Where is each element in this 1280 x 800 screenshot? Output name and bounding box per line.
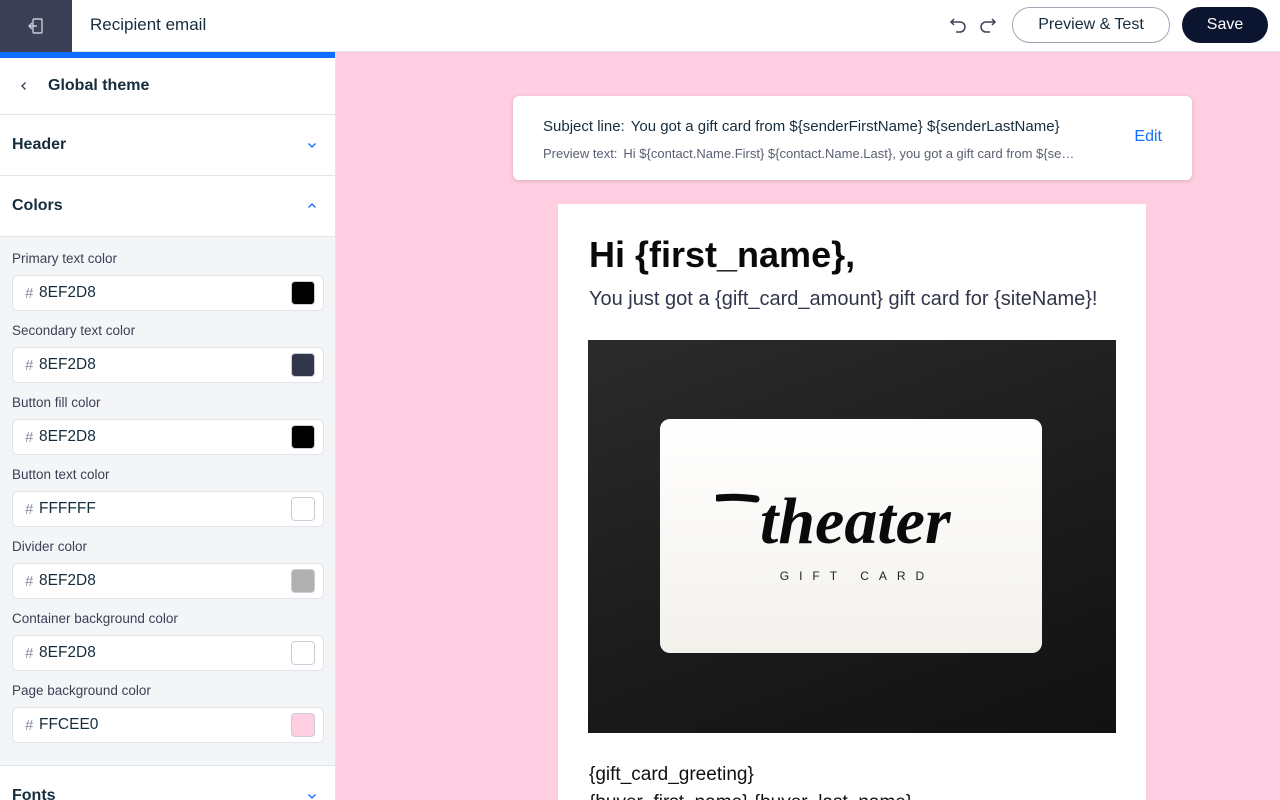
color-field-divider: Divider color # 8EF2D8 bbox=[12, 537, 324, 599]
color-input[interactable]: # FFFFFF bbox=[12, 491, 324, 527]
color-input[interactable]: # FFCEE0 bbox=[12, 707, 324, 743]
hex-value[interactable]: 8EF2D8 bbox=[39, 356, 291, 374]
section-fonts-toggle[interactable]: Fonts bbox=[0, 765, 335, 800]
color-label: Button fill color bbox=[12, 395, 101, 410]
section-label: Header bbox=[12, 136, 67, 153]
section-label: Colors bbox=[12, 197, 63, 214]
colors-panel: Primary text color # 8EF2D8 Secondary te… bbox=[0, 237, 335, 765]
hex-value[interactable]: FFFFFF bbox=[39, 500, 291, 518]
hash-symbol: # bbox=[25, 356, 34, 374]
buyer-name[interactable]: {buyer_first_name} {buyer_last_name} bbox=[589, 792, 912, 800]
hex-value[interactable]: 8EF2D8 bbox=[39, 284, 291, 302]
color-label: Button text color bbox=[12, 467, 110, 482]
color-input[interactable]: # 8EF2D8 bbox=[12, 275, 324, 311]
color-input[interactable]: # 8EF2D8 bbox=[12, 347, 324, 383]
hex-value[interactable]: 8EF2D8 bbox=[39, 572, 291, 590]
exit-button[interactable] bbox=[0, 0, 72, 52]
color-field-container-background: Container background color # 8EF2D8 bbox=[12, 609, 324, 671]
gift-card-subtitle: GIFT CARD bbox=[779, 569, 935, 583]
panel-title: Global theme bbox=[48, 77, 150, 94]
exit-icon bbox=[28, 18, 43, 34]
hex-value[interactable]: FFCEE0 bbox=[39, 716, 291, 734]
color-field-primary-text: Primary text color # 8EF2D8 bbox=[12, 249, 324, 311]
hash-symbol: # bbox=[25, 572, 34, 590]
color-label: Secondary text color bbox=[12, 323, 136, 338]
hash-symbol: # bbox=[25, 284, 34, 302]
color-label: Page background color bbox=[12, 683, 151, 698]
color-swatch[interactable] bbox=[291, 281, 315, 305]
color-swatch[interactable] bbox=[291, 569, 315, 593]
section-label: Fonts bbox=[12, 787, 56, 800]
color-input[interactable]: # 8EF2D8 bbox=[12, 635, 324, 671]
gift-card-image[interactable]: theater GIFT CARD bbox=[588, 340, 1116, 733]
undo-icon bbox=[949, 18, 966, 33]
redo-icon bbox=[980, 18, 997, 33]
preview-text-label: Preview text: bbox=[543, 146, 618, 161]
color-swatch[interactable] bbox=[291, 713, 315, 737]
subject-line: Subject line: You got a gift card from ${… bbox=[543, 118, 1060, 135]
color-label: Divider color bbox=[12, 539, 88, 554]
hex-value[interactable]: 8EF2D8 bbox=[39, 428, 291, 446]
color-label: Container background color bbox=[12, 611, 178, 626]
subject-value: You got a gift card from ${senderFirstNa… bbox=[630, 118, 1060, 135]
document-title: Recipient email bbox=[90, 15, 207, 34]
preview-test-button[interactable]: Preview & Test bbox=[1012, 7, 1170, 43]
hash-symbol: # bbox=[25, 644, 34, 662]
preview-text-value: Hi ${contact.Name.First} ${contact.Name.… bbox=[623, 146, 1081, 161]
color-field-button-fill: Button fill color # 8EF2D8 bbox=[12, 393, 324, 455]
section-colors-toggle[interactable]: Colors bbox=[0, 176, 335, 237]
email-canvas: Subject line: You got a gift card from ${… bbox=[336, 52, 1280, 800]
edit-subject-link[interactable]: Edit bbox=[1134, 128, 1162, 146]
email-greeting[interactable]: Hi {first_name}, bbox=[589, 234, 855, 276]
color-input[interactable]: # 8EF2D8 bbox=[12, 419, 324, 455]
color-field-page-background: Page background color # FFCEE0 bbox=[12, 681, 324, 743]
hash-symbol: # bbox=[25, 500, 34, 518]
color-swatch[interactable] bbox=[291, 425, 315, 449]
color-label: Primary text color bbox=[12, 251, 118, 266]
color-input[interactable]: # 8EF2D8 bbox=[12, 563, 324, 599]
back-button[interactable] bbox=[0, 58, 48, 115]
redo-button[interactable] bbox=[975, 12, 1001, 38]
subject-label: Subject line: bbox=[543, 118, 625, 135]
chevron-up-icon bbox=[304, 198, 320, 214]
gift-card: theater GIFT CARD bbox=[660, 419, 1042, 653]
color-swatch[interactable] bbox=[291, 641, 315, 665]
email-body: Hi {first_name}, You just got a {gift_ca… bbox=[558, 204, 1146, 800]
hex-value[interactable]: 8EF2D8 bbox=[39, 644, 291, 662]
color-field-button-text: Button text color # FFFFFF bbox=[12, 465, 324, 527]
preview-text-line: Preview text: Hi ${contact.Name.First} ${… bbox=[543, 146, 1081, 161]
color-swatch[interactable] bbox=[291, 497, 315, 521]
svg-text:theater: theater bbox=[760, 485, 952, 558]
email-subgreeting[interactable]: You just got a {gift_card_amount} gift c… bbox=[589, 288, 1097, 311]
gift-card-greeting[interactable]: {gift_card_greeting} bbox=[589, 764, 754, 786]
chevron-down-icon bbox=[304, 137, 320, 153]
color-swatch[interactable] bbox=[291, 353, 315, 377]
theme-sidebar: Global theme Header Colors Primary text … bbox=[0, 52, 336, 800]
hash-symbol: # bbox=[25, 428, 34, 446]
subject-card[interactable]: Subject line: You got a gift card from ${… bbox=[513, 96, 1192, 180]
save-button[interactable]: Save bbox=[1182, 7, 1268, 43]
undo-button[interactable] bbox=[945, 12, 971, 38]
top-bar: Recipient email Preview & Test Save bbox=[0, 0, 1280, 52]
chevron-left-icon bbox=[21, 82, 26, 90]
color-field-secondary-text: Secondary text color # 8EF2D8 bbox=[12, 321, 324, 383]
section-header-toggle[interactable]: Header bbox=[0, 115, 335, 176]
hash-symbol: # bbox=[25, 716, 34, 734]
panel-header: Global theme bbox=[0, 58, 335, 115]
chevron-down-icon bbox=[304, 788, 320, 800]
theater-logo: theater bbox=[716, 485, 952, 558]
